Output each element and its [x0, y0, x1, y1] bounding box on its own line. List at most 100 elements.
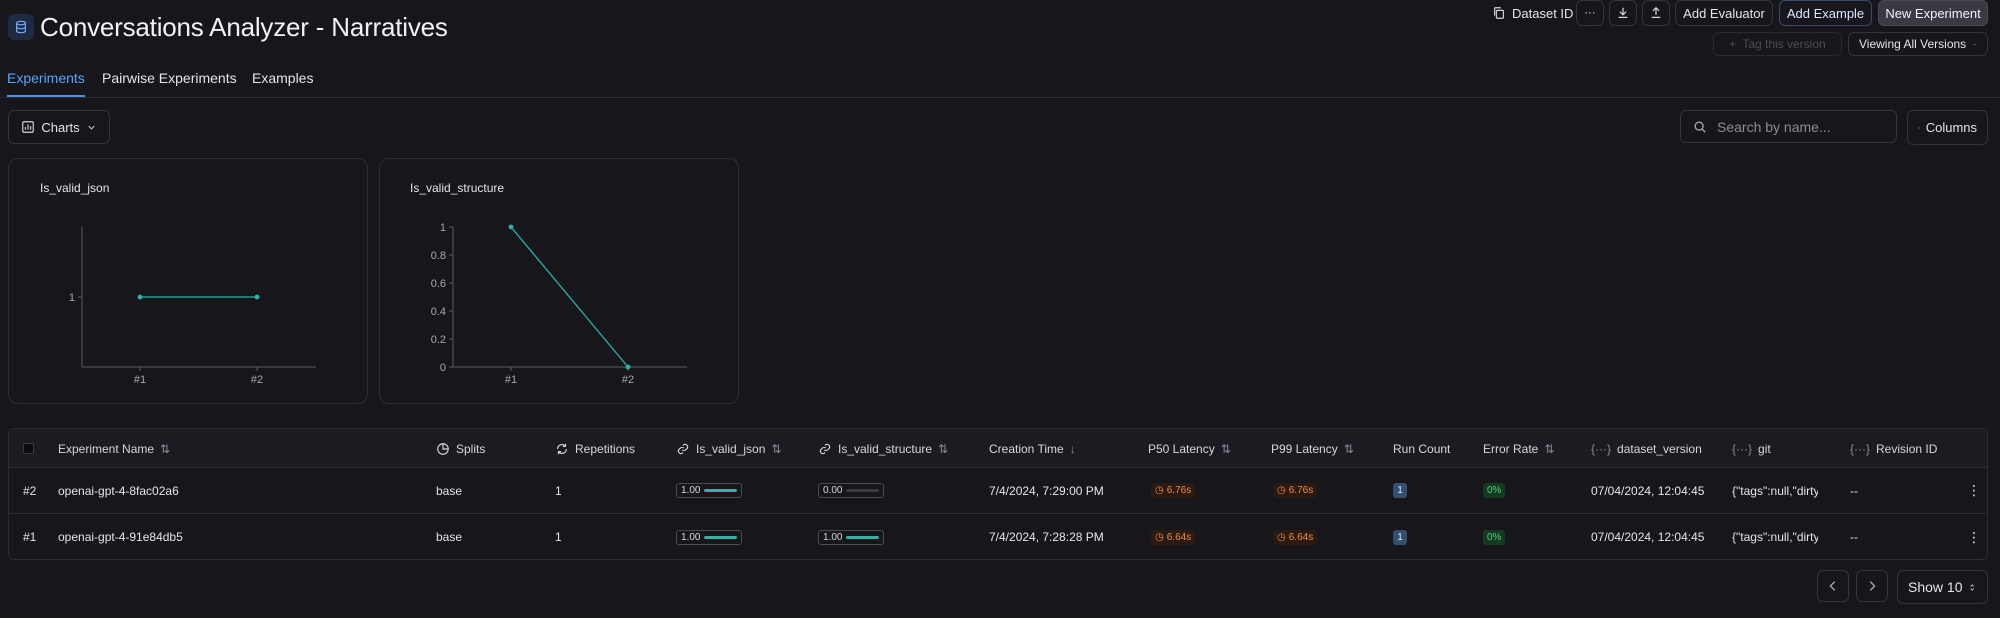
pie-icon: [437, 442, 449, 455]
page-title: Conversations Analyzer - Narratives: [40, 12, 448, 42]
tag-version-button[interactable]: + Tag this version: [1713, 32, 1842, 56]
experiment-name[interactable]: openai-gpt-4-8fac02a6: [58, 468, 179, 513]
select-all-checkbox[interactable]: [23, 429, 34, 468]
upload-button[interactable]: [1642, 0, 1670, 26]
version-select[interactable]: Viewing All Versions: [1848, 32, 1988, 56]
add-evaluator-button[interactable]: Add Evaluator: [1675, 0, 1773, 26]
page-size-select[interactable]: Show 10: [1897, 570, 1988, 604]
clock-icon: ◷: [1277, 531, 1286, 543]
column-revision-id[interactable]: {···} Revision ID: [1850, 429, 1937, 468]
plus-icon: +: [1729, 37, 1737, 51]
tab-experiments[interactable]: Experiments: [7, 70, 85, 86]
clock-icon: ◷: [1277, 485, 1286, 496]
chart-is-valid-json: 1 #1 #2: [69, 227, 316, 386]
row-menu-icon[interactable]: ⋮: [1967, 468, 1981, 513]
column-repetitions[interactable]: Repetitions: [555, 429, 635, 468]
error-rate-value: 0%: [1483, 529, 1506, 545]
new-experiment-button[interactable]: New Experiment: [1878, 0, 1988, 26]
search-input[interactable]: [1717, 118, 1877, 135]
repetitions-value: 1: [555, 483, 562, 498]
repetitions-value: 1: [555, 530, 562, 544]
column-label: Is_valid_json: [696, 441, 766, 456]
chart-card-is-valid-structure: Is_valid_structure 0 0.2 0.4 0.6 0.8 1 #1 #2: [379, 158, 739, 404]
column-experiment-name[interactable]: Experiment Name ⇅: [58, 429, 170, 468]
column-splits[interactable]: Splits: [436, 429, 485, 468]
next-page-button[interactable]: [1856, 570, 1888, 602]
add-evaluator-label: Add Evaluator: [1683, 5, 1765, 21]
experiment-name[interactable]: openai-gpt-4-91e84db5: [58, 514, 183, 559]
table-row[interactable]: #1 openai-gpt-4-91e84db5 base 1 1.00 1.0…: [9, 514, 1987, 559]
score-value: 1.00: [681, 531, 701, 543]
search-box[interactable]: [1680, 110, 1897, 143]
columns-button[interactable]: Columns: [1907, 110, 1988, 145]
chevron-down-icon: [1973, 43, 1976, 45]
is-valid-structure-score: 0.00: [818, 468, 885, 513]
charts-label: Charts: [41, 119, 80, 135]
tab-pairwise-experiments[interactable]: Pairwise Experiments: [102, 70, 237, 86]
braces-icon: {···}: [1732, 441, 1753, 456]
column-p99-latency[interactable]: P99 Latency ⇅: [1271, 429, 1354, 468]
column-label: Is_valid_structure: [838, 441, 933, 456]
chart-is-valid-structure: 0 0.2 0.4 0.6 0.8 1 #1 #2: [431, 222, 687, 386]
latency-value: 6.64s: [1288, 531, 1314, 543]
run-count-badge: 1: [1393, 514, 1407, 559]
column-dataset-version[interactable]: {···} dataset_version: [1591, 429, 1702, 468]
y-tick-label: 1: [69, 292, 75, 304]
run-count-value: 1: [1393, 483, 1407, 498]
column-git[interactable]: {···} git: [1732, 429, 1771, 468]
previous-page-button[interactable]: [1817, 570, 1849, 602]
copy-icon: [1494, 7, 1504, 19]
chart-card-is-valid-json: Is_valid_json 1 #1 #2: [8, 158, 368, 404]
p50-latency-badge: ◷ 6.64s: [1151, 514, 1196, 559]
search-icon: [1694, 121, 1706, 133]
data-point: [508, 224, 514, 230]
sort-icon: ⇅: [1544, 441, 1555, 456]
add-example-button[interactable]: Add Example: [1779, 0, 1872, 26]
tab-bar: Experiments Pairwise Experiments Example…: [0, 66, 2000, 98]
braces-icon: {···}: [1591, 441, 1612, 456]
dataset-id-button[interactable]: Dataset ID: [1482, 0, 1583, 26]
more-options-button[interactable]: ···: [1576, 0, 1604, 26]
charts-button[interactable]: Charts: [8, 110, 110, 144]
chevron-left-icon: [1829, 581, 1836, 591]
column-is-valid-structure[interactable]: Is_valid_structure ⇅: [818, 429, 948, 468]
revision-id-value: --: [1850, 483, 1858, 498]
tag-version-label: Tag this version: [1742, 37, 1826, 51]
series-line: [510, 226, 629, 368]
y-tick-label: 0: [440, 362, 446, 374]
score-value: 0.00: [823, 485, 843, 496]
tab-examples[interactable]: Examples: [252, 70, 313, 86]
column-creation-time[interactable]: Creation Time ↓: [989, 429, 1076, 468]
dataset-version-value: 07/04/2024, 12:04:45: [1591, 530, 1705, 544]
column-is-valid-json[interactable]: Is_valid_json ⇅: [676, 429, 781, 468]
sort-icon: ⇅: [771, 441, 782, 456]
column-label: Splits: [456, 441, 486, 456]
link-icon: [677, 443, 689, 454]
column-run-count[interactable]: Run Count: [1393, 429, 1450, 468]
run-count-value: 1: [1393, 529, 1407, 545]
row-menu-icon[interactable]: ⋮: [1967, 514, 1981, 559]
sort-icon: ⇅: [160, 441, 171, 456]
splits-value: base: [436, 483, 463, 498]
git-value: {"tags":null,"dirty": [1732, 483, 1818, 498]
latency-value: 6.76s: [1288, 485, 1314, 496]
latency-value: 6.64s: [1166, 531, 1192, 543]
latency-value: 6.76s: [1166, 485, 1192, 496]
experiments-table: Experiment Name ⇅ Splits Repetitions Is_…: [8, 428, 1988, 560]
new-experiment-label: New Experiment: [1885, 5, 1981, 21]
columns-icon: [1918, 126, 1920, 129]
column-error-rate[interactable]: Error Rate ⇅: [1483, 429, 1554, 468]
column-label: Revision ID: [1876, 441, 1938, 456]
table-row[interactable]: #2 openai-gpt-4-8fac02a6 base 1 1.00 0.0…: [9, 468, 1987, 514]
y-tick-label: 0.4: [431, 306, 446, 318]
score-bar: [704, 489, 738, 492]
data-point: [137, 294, 143, 300]
sort-icon: ⇅: [1220, 441, 1231, 456]
clock-icon: ◷: [1155, 531, 1164, 543]
download-button[interactable]: [1609, 0, 1637, 26]
more-icon: ···: [1584, 7, 1596, 19]
dataset-version-value: 07/04/2024, 12:04:45: [1591, 483, 1705, 498]
column-p50-latency[interactable]: P50 Latency ⇅: [1148, 429, 1231, 468]
chevron-right-icon: [1869, 581, 1876, 591]
error-rate-badge: 0%: [1483, 514, 1506, 559]
